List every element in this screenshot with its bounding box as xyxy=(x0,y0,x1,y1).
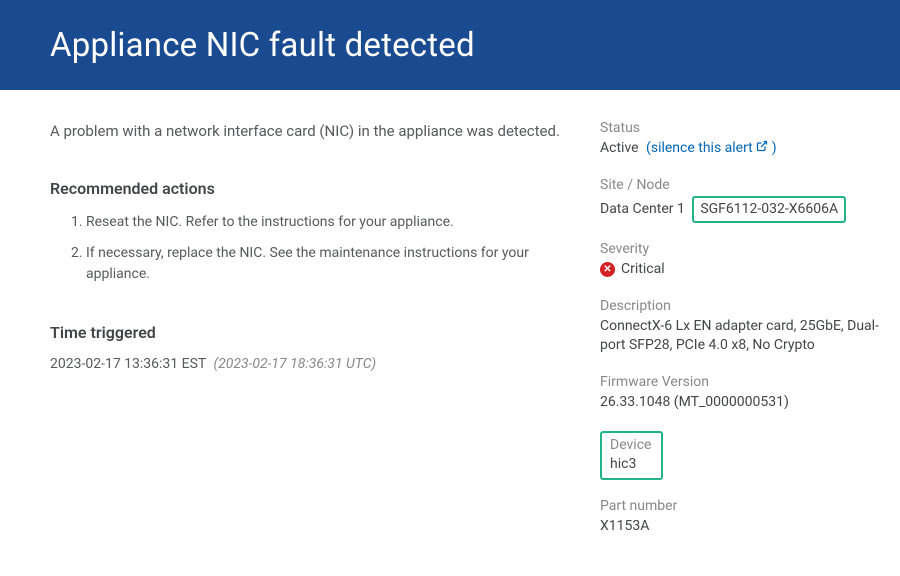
status-value-row: Active (silence this alert ) xyxy=(600,139,880,159)
status-block: Status Active (silence this alert ) xyxy=(600,120,880,159)
external-link-icon xyxy=(756,139,768,159)
main-column: A problem with a network interface card … xyxy=(50,120,600,555)
problem-description: A problem with a network interface card … xyxy=(50,120,560,143)
time-triggered-value: 2023-02-17 13:36:31 EST (2023-02-17 18:3… xyxy=(50,356,560,372)
severity-block: Severity ✕ Critical xyxy=(600,241,880,280)
site-node-block: Site / Node Data Center 1 SGF6112-032-X6… xyxy=(600,177,880,224)
site-node-value: Data Center 1 SGF6112-032-X6606A xyxy=(600,196,880,224)
part-number-block: Part number X1153A xyxy=(600,498,880,537)
device-label: Device xyxy=(610,437,651,453)
time-local: 2023-02-17 13:36:31 EST xyxy=(50,356,206,372)
time-utc: (2023-02-17 18:36:31 UTC) xyxy=(213,356,376,372)
page-header: Appliance NIC fault detected xyxy=(0,0,900,90)
site-node-label: Site / Node xyxy=(600,177,880,193)
time-triggered-heading: Time triggered xyxy=(50,323,560,342)
severity-label: Severity xyxy=(600,241,880,257)
critical-icon: ✕ xyxy=(600,262,615,277)
recommended-actions-list: Reseat the NIC. Refer to the instruction… xyxy=(50,212,560,285)
status-label: Status xyxy=(600,120,880,136)
status-value: Active xyxy=(600,140,639,156)
severity-value: Critical xyxy=(621,260,665,280)
action-item: Reseat the NIC. Refer to the instruction… xyxy=(86,212,560,233)
severity-value-row: ✕ Critical xyxy=(600,260,880,280)
firmware-value: 26.33.1048 (MT_0000000531) xyxy=(600,393,880,413)
silence-alert-link[interactable]: (silence this alert ) xyxy=(646,140,777,156)
page-title: Appliance NIC fault detected xyxy=(50,26,475,65)
part-number-label: Part number xyxy=(600,498,880,514)
description-value: ConnectX-6 Lx EN adapter card, 25GbE, Du… xyxy=(600,317,880,356)
sidebar: Status Active (silence this alert ) Site… xyxy=(600,120,880,555)
site-value: Data Center 1 xyxy=(600,201,685,217)
content-area: A problem with a network interface card … xyxy=(0,90,900,555)
description-block: Description ConnectX-6 Lx EN adapter car… xyxy=(600,298,880,356)
firmware-label: Firmware Version xyxy=(600,374,880,390)
device-highlight-box: Device hic3 xyxy=(600,431,663,481)
node-value: SGF6112-032-X6606A xyxy=(692,196,846,224)
device-block: Device hic3 xyxy=(600,431,880,481)
description-label: Description xyxy=(600,298,880,314)
action-item: If necessary, replace the NIC. See the m… xyxy=(86,243,560,285)
recommended-actions-heading: Recommended actions xyxy=(50,179,560,198)
part-number-value: X1153A xyxy=(600,517,880,537)
firmware-block: Firmware Version 26.33.1048 (MT_00000005… xyxy=(600,374,880,413)
device-value: hic3 xyxy=(610,455,651,475)
silence-link-text: silence this alert xyxy=(651,140,753,156)
